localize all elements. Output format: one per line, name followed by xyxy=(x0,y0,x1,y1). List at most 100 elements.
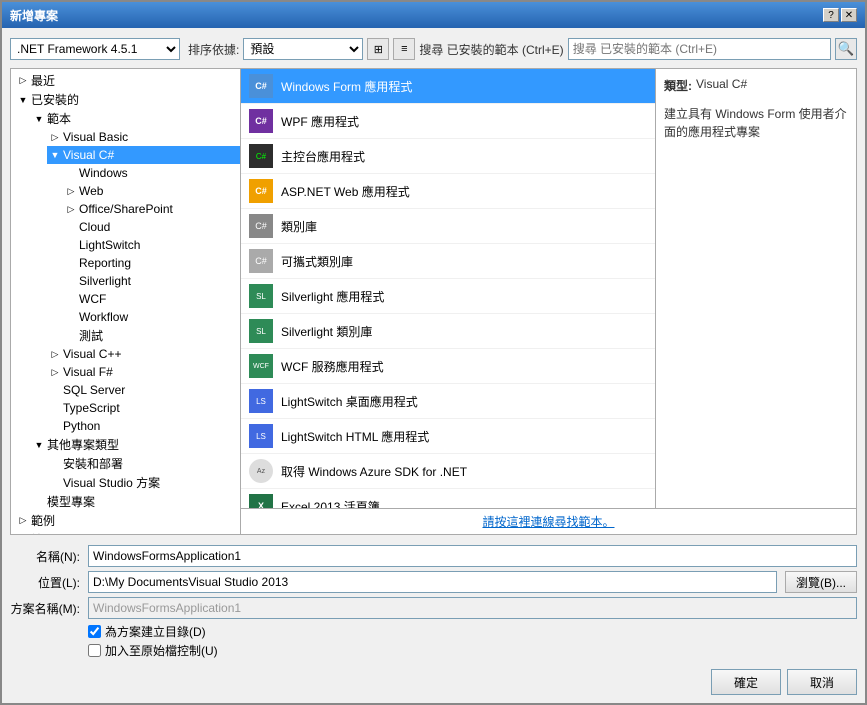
sort-select[interactable]: 預設 xyxy=(243,38,363,60)
tree-item-python[interactable]: Python xyxy=(47,417,240,435)
tree-item-web[interactable]: ▷ Web xyxy=(63,182,240,200)
tree-item-samples[interactable]: ▷ 範例 xyxy=(15,511,240,530)
tree-label-setup: 安裝和部署 xyxy=(63,455,123,472)
project-item-classlib[interactable]: C# 類別庫 xyxy=(241,209,655,244)
project-name-silverlight-app: Silverlight 應用程式 xyxy=(281,288,384,305)
tree-item-vbasic[interactable]: ▷ Visual Basic xyxy=(47,128,240,146)
cancel-button[interactable]: 取消 xyxy=(787,669,857,695)
tree-item-cloud[interactable]: Cloud xyxy=(63,218,240,236)
solution-input[interactable] xyxy=(88,597,857,619)
project-list-panel: C# Windows Form 應用程式 C# WPF 應用程式 C# 主控台應… xyxy=(241,69,656,508)
tree-item-templates[interactable]: ▼ 範本 xyxy=(31,109,240,128)
project-name-lightswitch-desktop: LightSwitch 桌面應用程式 xyxy=(281,393,418,410)
expand-icon-samples: ▷ xyxy=(15,513,31,529)
project-item-winform[interactable]: C# Windows Form 應用程式 xyxy=(241,69,655,104)
tree-item-model[interactable]: 模型專案 xyxy=(31,492,240,511)
form-row-solution: 方案名稱(M): xyxy=(10,597,857,619)
tree-item-other[interactable]: ▼ 其他專案類型 xyxy=(31,435,240,454)
tree-item-wcf[interactable]: WCF xyxy=(63,290,240,308)
info-description: 建立具有 Windows Form 使用者介面的應用程式專案 xyxy=(664,105,848,141)
tree-item-vcpp[interactable]: ▷ Visual C++ xyxy=(47,345,240,363)
search-label: 搜尋 已安裝的範本 (Ctrl+E) xyxy=(419,41,563,58)
dialog-window: 新增專案 ? ✕ .NET Framework 4.5.1 排序依據: 預設 ⊞… xyxy=(0,0,867,705)
close-button[interactable]: ✕ xyxy=(841,8,857,22)
tree-item-office[interactable]: ▷ Office/SharePoint xyxy=(63,200,240,218)
framework-select[interactable]: .NET Framework 4.5.1 xyxy=(10,38,180,60)
tree-item-windows[interactable]: Windows xyxy=(63,164,240,182)
project-name-aspnet: ASP.NET Web 應用程式 xyxy=(281,183,410,200)
view-grid-button[interactable]: ⊞ xyxy=(367,38,389,60)
tree-item-online[interactable]: ▷ 線上 xyxy=(15,530,240,534)
tree-item-workflow[interactable]: Workflow xyxy=(63,308,240,326)
project-name-winform: Windows Form 應用程式 xyxy=(281,78,412,95)
expand-icon-python xyxy=(47,418,63,434)
project-icon-excel: X xyxy=(249,494,273,508)
tree-item-lightswitch[interactable]: LightSwitch xyxy=(63,236,240,254)
project-item-silverlight-lib[interactable]: SL Silverlight 類別庫 xyxy=(241,314,655,349)
expand-icon-silverlight xyxy=(63,273,79,289)
checkbox-source-control[interactable] xyxy=(88,644,101,657)
project-item-aspnet[interactable]: C# ASP.NET Web 應用程式 xyxy=(241,174,655,209)
tree-item-sqlserver[interactable]: SQL Server xyxy=(47,381,240,399)
expand-icon-web: ▷ xyxy=(63,183,79,199)
checkbox-source-control-label: 加入至原始檔控制(U) xyxy=(105,642,218,659)
tree-item-reporting[interactable]: Reporting xyxy=(63,254,240,272)
search-input[interactable] xyxy=(568,38,831,60)
checkbox-solution-dir[interactable] xyxy=(88,625,101,638)
tree-item-installed[interactable]: ▼ 已安裝的 xyxy=(15,90,240,109)
tree-label-templates: 範本 xyxy=(47,110,71,127)
browse-button[interactable]: 瀏覽(B)... xyxy=(785,571,857,593)
tree-item-recent[interactable]: ▷ 最近 xyxy=(15,71,240,90)
project-item-azure[interactable]: Az 取得 Windows Azure SDK for .NET xyxy=(241,454,655,489)
project-icon-lightswitch-html: LS xyxy=(249,424,273,448)
project-name-excel: Excel 2013 活頁簿 xyxy=(281,498,380,509)
view-list-button[interactable]: ≡ xyxy=(393,38,415,60)
project-item-wpf[interactable]: C# WPF 應用程式 xyxy=(241,104,655,139)
tree-label-web: Web xyxy=(79,184,103,198)
bottom-link[interactable]: 請按這裡連線尋找範本。 xyxy=(482,515,614,529)
bottom-link-row: 請按這裡連線尋找範本。 xyxy=(241,508,856,534)
ok-button[interactable]: 確定 xyxy=(711,669,781,695)
expand-icon-lightswitch xyxy=(63,237,79,253)
tree-label-vfsharp: Visual F# xyxy=(63,365,113,379)
title-bar-buttons: ? ✕ xyxy=(823,8,857,22)
tree-item-vcsharp[interactable]: ▼ Visual C# xyxy=(47,146,240,164)
window-title: 新增專案 xyxy=(10,7,58,24)
checkbox-row-2: 加入至原始檔控制(U) xyxy=(88,642,218,659)
project-item-console[interactable]: C# 主控台應用程式 xyxy=(241,139,655,174)
toolbar-row: .NET Framework 4.5.1 排序依據: 預設 ⊞ ≡ 搜尋 已安裝… xyxy=(10,36,857,62)
form-row-location: 位置(L): 瀏覽(B)... xyxy=(10,571,857,593)
project-item-wcf-service[interactable]: WCF WCF 服務應用程式 xyxy=(241,349,655,384)
project-item-portable[interactable]: C# 可攜式類別庫 xyxy=(241,244,655,279)
project-item-lightswitch-html[interactable]: LS LightSwitch HTML 應用程式 xyxy=(241,419,655,454)
tree-label-windows: Windows xyxy=(79,166,128,180)
tree-item-vfsharp[interactable]: ▷ Visual F# xyxy=(47,363,240,381)
project-icon-classlib: C# xyxy=(249,214,273,238)
project-icon-silverlight-app: SL xyxy=(249,284,273,308)
project-name-lightswitch-html: LightSwitch HTML 應用程式 xyxy=(281,428,429,445)
tree-item-test[interactable]: 測試 xyxy=(63,326,240,345)
help-button[interactable]: ? xyxy=(823,8,839,22)
project-item-silverlight-app[interactable]: SL Silverlight 應用程式 xyxy=(241,279,655,314)
expand-icon-vbasic: ▷ xyxy=(47,129,63,145)
expand-icon-windows xyxy=(63,165,79,181)
project-item-excel[interactable]: X Excel 2013 活頁簿 xyxy=(241,489,655,508)
search-button[interactable]: 🔍 xyxy=(835,38,857,60)
form-area: 名稱(N): 位置(L): 瀏覽(B)... 方案名稱(M): xyxy=(10,545,857,659)
expand-icon-templates: ▼ xyxy=(31,111,47,127)
location-input[interactable] xyxy=(88,571,777,593)
tree-item-vstudio[interactable]: Visual Studio 方案 xyxy=(47,473,240,492)
tree-panel: ▷ 最近 ▼ 已安裝的 ▼ 範本 ▷ Visual Basic xyxy=(11,69,241,534)
expand-icon-vcpp: ▷ xyxy=(47,346,63,362)
tree-item-typescript[interactable]: TypeScript xyxy=(47,399,240,417)
expand-icon-wcf xyxy=(63,291,79,307)
project-item-lightswitch-desktop[interactable]: LS LightSwitch 桌面應用程式 xyxy=(241,384,655,419)
expand-icon-sqlserver xyxy=(47,382,63,398)
info-type-value: Visual C# xyxy=(696,77,747,91)
expand-icon-reporting xyxy=(63,255,79,271)
tree-label-wcf: WCF xyxy=(79,292,106,306)
name-input[interactable] xyxy=(88,545,857,567)
title-bar: 新增專案 ? ✕ xyxy=(2,2,865,28)
tree-item-silverlight[interactable]: Silverlight xyxy=(63,272,240,290)
tree-item-setup[interactable]: 安裝和部署 xyxy=(47,454,240,473)
